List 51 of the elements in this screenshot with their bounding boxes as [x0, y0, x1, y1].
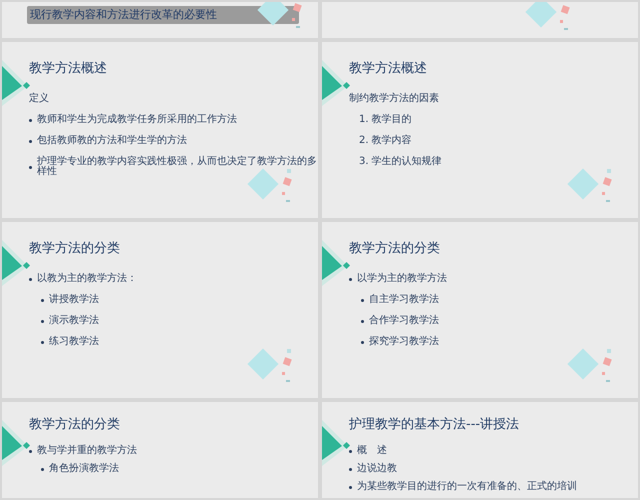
list-text: 以学为主的教学方法 [357, 274, 447, 284]
list-text: 定义 [29, 93, 49, 104]
bullet-icon [41, 320, 44, 322]
bullet-icon [41, 298, 44, 302]
list-text: 教师和学生为完成教学任务所采用的工作方法 [37, 115, 237, 125]
list-text: 探究学习教学法 [369, 337, 439, 347]
list-text: 包括教师教的方法和学生学的方法 [37, 136, 187, 146]
list-text: 教与学并重的教学方法 [37, 446, 137, 456]
list-text: 2. 教学内容 [359, 135, 412, 146]
bullet-icon [361, 340, 364, 344]
list-text: 演示教学法 [49, 316, 99, 326]
bullet-icon [349, 450, 352, 452]
slide-title: 教学方法的分类 [29, 240, 121, 258]
slide-thumbnail[interactable]: 现行教学内容和方法进行改革的必要性 [2, 2, 318, 38]
slide-title: 教学方法概述 [349, 60, 428, 78]
list-text: 护理学专业的教学内容实践性极强，从而也决定了教学方法的多样性 [36, 157, 318, 177]
list-text: 合作学习教学法 [369, 316, 439, 326]
list-text: 以教为主的教学方法： [37, 274, 137, 284]
slide-title: 教学方法的分类 [349, 240, 441, 258]
bullet-icon [349, 468, 352, 470]
list-text: 角色扮演教学法 [49, 464, 119, 474]
bullet-icon [29, 278, 32, 280]
bullet-icon [29, 118, 32, 122]
slide-thumbnail[interactable]: 教学方法概述 定义 教师和学生为完成教学任务所采用的工作方法 包括教师教的方法和学生学的方法 护理学专业的教学内容实践性极强，从而也决定了教学方法的多样性 [2, 42, 318, 218]
slide-thumbnail[interactable] [322, 2, 638, 38]
slide-title: 教学方法概述 [29, 60, 108, 78]
list-text: 制约教学方法的因素 [349, 93, 439, 104]
list-text: 自主学习教学法 [369, 295, 439, 305]
bullet-icon [29, 166, 32, 168]
bullet-icon [41, 340, 44, 344]
list-text: 边说边教 [357, 464, 397, 474]
list-text: 3. 学生的认知规律 [359, 156, 442, 167]
bullet-icon [361, 320, 364, 322]
slide-thumbnail[interactable]: 教学方法概述 制约教学方法的因素 1. 教学目的 2. 教学内容 3. 学生的认知规律 [322, 42, 638, 218]
list-text: 练习教学法 [49, 337, 99, 347]
slide-thumbnail[interactable]: 教学方法的分类 以学为主的教学方法 自主学习教学法 合作学习教学法 探究学习教学法 [322, 222, 638, 398]
list-text: 1. 教学目的 [359, 114, 412, 125]
bullet-icon [41, 468, 44, 470]
slide-thumbnail[interactable]: 护理教学的基本方法---讲授法 概 述 边说边教 为某些教学目的进行的一次有准备的、正式的培训 [322, 402, 638, 498]
list-text: 概 述 [357, 446, 387, 456]
slide-thumbnail[interactable]: 教学方法的分类 以教为主的教学方法： 讲授教学法 演示教学法 练习教学法 [2, 222, 318, 398]
list-text: 为某些教学目的进行的一次有准备的、正式的培训 [357, 482, 577, 492]
bullet-icon [361, 298, 364, 302]
list-text: 讲授教学法 [49, 295, 99, 305]
bullet-icon [29, 140, 32, 142]
slide-title: 教学方法的分类 [29, 416, 121, 434]
bullet-icon [349, 278, 352, 280]
slide-thumbnail[interactable]: 教学方法的分类 教与学并重的教学方法 角色扮演教学法 [2, 402, 318, 498]
bullet-icon [29, 450, 32, 452]
bullet-icon [349, 486, 352, 488]
slide-title: 护理教学的基本方法---讲授法 [349, 416, 520, 434]
